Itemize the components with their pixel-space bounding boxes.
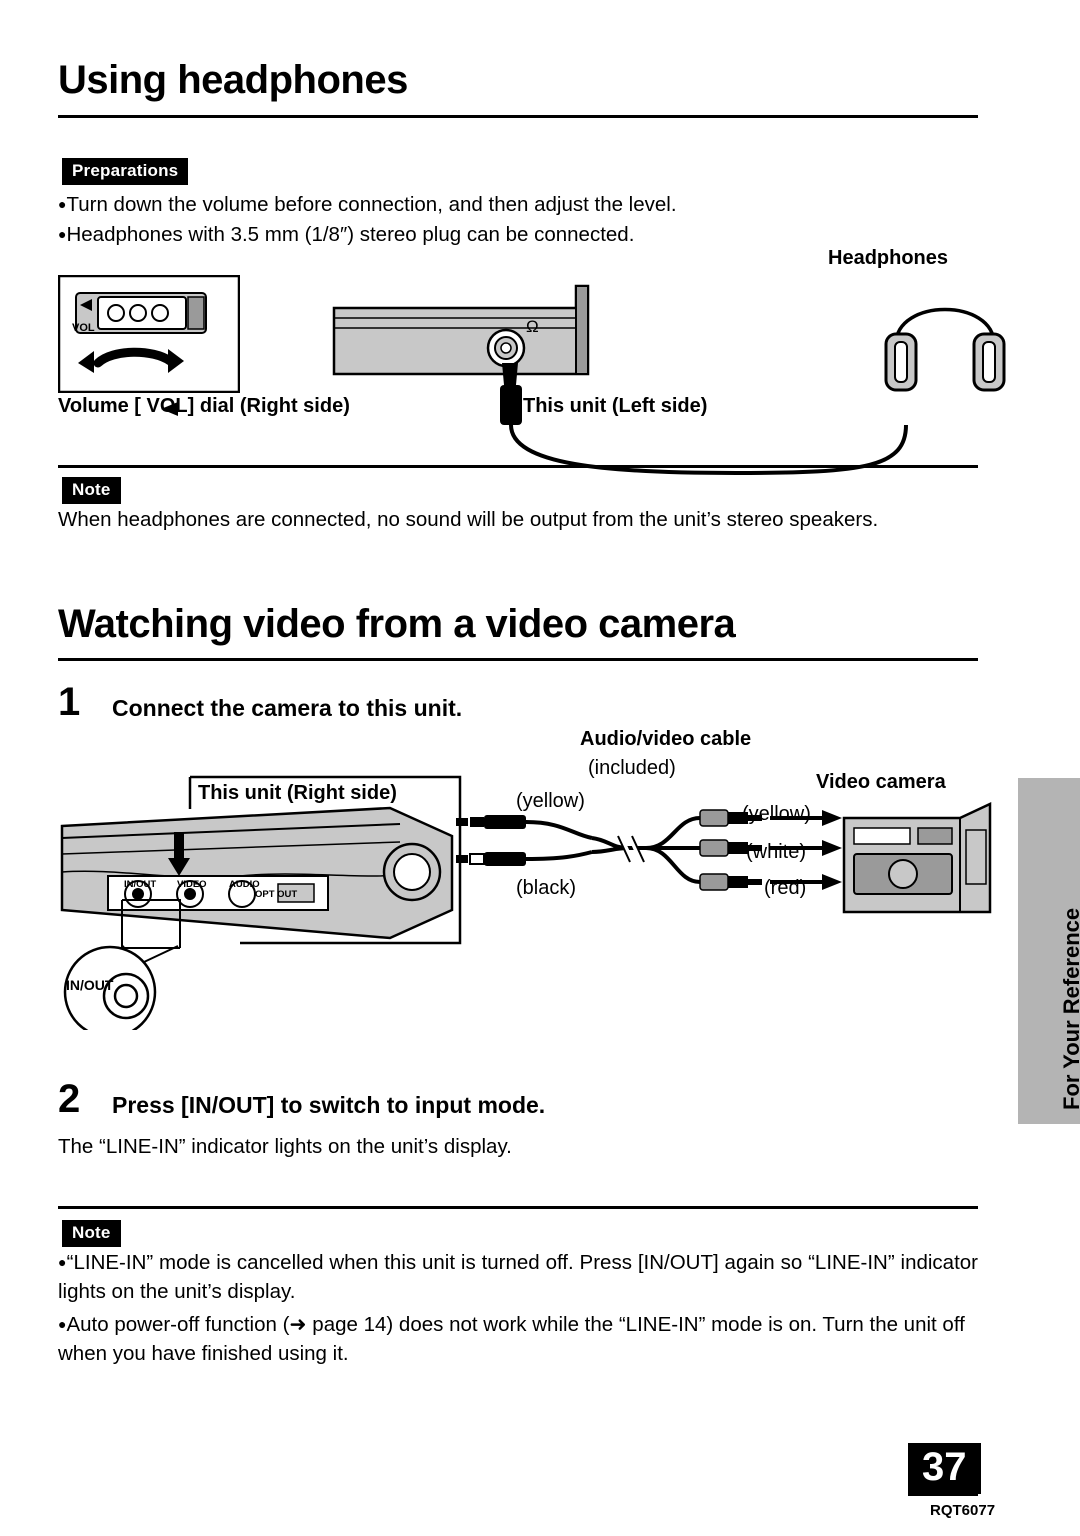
label-right-red: (red): [764, 877, 807, 899]
label-cable-included: (included): [588, 757, 676, 779]
page-number: 37: [908, 1443, 981, 1494]
step-1-title: Connect the camera to this unit.: [112, 695, 463, 721]
section-title-using-headphones: Using headphones: [58, 58, 408, 102]
port-label-inout: IN/OUT: [124, 879, 157, 890]
label-left-yellow: (yellow): [516, 790, 585, 812]
artwork-volume-dial: VOL: [58, 275, 240, 393]
label-volume-dial: Volume [ VOL] dial (Right side): [58, 395, 350, 418]
note-2-item-1: ●“LINE-IN” mode is cancelled when this u…: [58, 1251, 978, 1303]
port-label-optout: OPT OUT: [255, 889, 298, 900]
label-left-black: (black): [516, 877, 577, 899]
pointer-arrow-icon: [168, 832, 194, 878]
note-tag-1: Note: [62, 477, 121, 504]
vol-arrow-icon: [160, 401, 182, 417]
step-2-number: 2: [58, 1077, 81, 1121]
label-right-yellow: (yellow): [742, 803, 811, 825]
label-volume-dial-text: Volume [ VOL] dial (Right side): [58, 395, 350, 417]
side-tab-label: For Your Reference: [1059, 907, 1080, 1110]
manual-page: Using headphones Preparations ●Turn down…: [0, 0, 1080, 1536]
step-2-title: Press [IN/OUT] to switch to input mode.: [112, 1092, 546, 1118]
artwork-video-camera: [840, 800, 1000, 926]
section-title-watching-video: Watching video from a video camera: [58, 602, 736, 646]
note-tag-2: Note: [62, 1220, 121, 1247]
label-audio-video-cable: Audio/video cable: [580, 728, 752, 750]
footer-rule: [908, 1494, 978, 1496]
svg-text:VOL: VOL: [72, 322, 95, 334]
note-2-item-2: ●Auto power-off function (➜ page 14) doe…: [58, 1313, 965, 1365]
document-code: RQT6077: [930, 1502, 996, 1519]
preparations-tag: Preparations: [62, 158, 189, 185]
title-rule-2: [58, 658, 978, 661]
step-1-number: 1: [58, 680, 81, 724]
bullet-dot-icon: ●: [58, 1254, 67, 1270]
label-video-camera: Video camera: [816, 771, 946, 793]
svg-text:Ω: Ω: [526, 317, 539, 336]
note-rule-1: [58, 465, 978, 468]
port-label-video: VIDEO: [177, 879, 207, 890]
label-right-white: (white): [746, 841, 807, 863]
label-unit-left-side: This unit (Left side): [523, 395, 708, 417]
artwork-headphones: [880, 272, 1010, 398]
title-rule-1: [58, 115, 978, 118]
callout-label-inout: IN/OUT: [66, 977, 114, 993]
prep-item-2: ●Headphones with 3.5 mm (1/8″) stereo pl…: [58, 223, 635, 246]
note-rule-2: [58, 1206, 978, 1209]
step-2-body: The “LINE-IN” indicator lights on the un…: [58, 1135, 512, 1158]
note-text-1: When headphones are connected, no sound …: [58, 508, 879, 531]
label-headphones: Headphones: [828, 247, 949, 269]
side-tab-for-your-reference: For Your Reference: [1018, 778, 1080, 1124]
prep-item-1: ●Turn down the volume before connection,…: [58, 193, 677, 216]
artwork-inout-callout: [52, 890, 242, 1030]
